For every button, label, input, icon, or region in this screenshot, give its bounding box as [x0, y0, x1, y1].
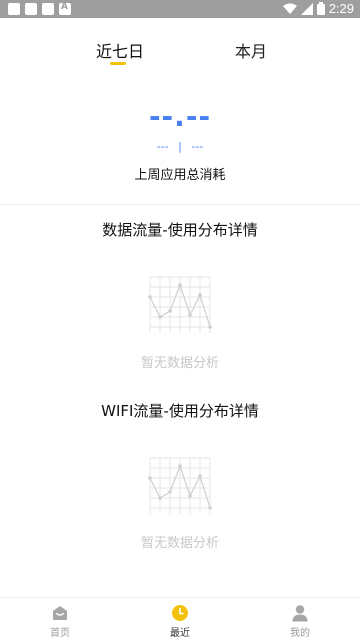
bottom-nav: 首页 最近 我的	[0, 597, 360, 640]
tab-this-month[interactable]: 本月	[235, 38, 267, 62]
nav-label-mine: 我的	[290, 628, 310, 639]
empty-state-text: 暂无数据分析	[140, 356, 219, 371]
nav-label-home: 首页	[50, 628, 70, 639]
wifi-icon	[282, 3, 297, 14]
a-icon	[59, 2, 71, 15]
sub-value-left: ---	[156, 140, 169, 153]
sub-separator: |	[178, 140, 182, 153]
sub-values: --- | ---	[0, 140, 360, 153]
sub-value-right: ---	[191, 140, 204, 153]
nav-mine[interactable]: 我的	[240, 598, 360, 640]
home-icon	[53, 606, 67, 620]
active-tab-indicator	[110, 62, 126, 65]
status-bar: 2:29	[0, 0, 360, 18]
wifi-section-title: WIFI流量-使用分布详情	[101, 402, 259, 420]
battery-icon	[316, 2, 325, 15]
status-time: 2:29	[328, 1, 354, 16]
sd-card-icon	[42, 3, 54, 15]
empty-chart-icon	[148, 457, 212, 514]
signal-icon	[300, 2, 313, 15]
nav-home[interactable]: 首页	[0, 598, 120, 640]
total-consumption-value: --.--	[148, 100, 212, 133]
mobile-data-section-title: 数据流量-使用分布详情	[102, 221, 258, 239]
image-icon	[8, 3, 20, 15]
tab-recent-seven-days[interactable]: 近七日	[96, 38, 144, 62]
square-icon	[25, 3, 37, 15]
person-icon	[292, 605, 308, 622]
nav-label-recent: 最近	[170, 628, 190, 639]
divider	[0, 204, 360, 205]
empty-state-text: 暂无数据分析	[140, 536, 219, 551]
nav-recent[interactable]: 最近	[120, 598, 240, 640]
summary-label: 上周应用总消耗	[134, 168, 226, 183]
clock-icon	[172, 605, 188, 621]
empty-chart-icon	[148, 276, 212, 333]
